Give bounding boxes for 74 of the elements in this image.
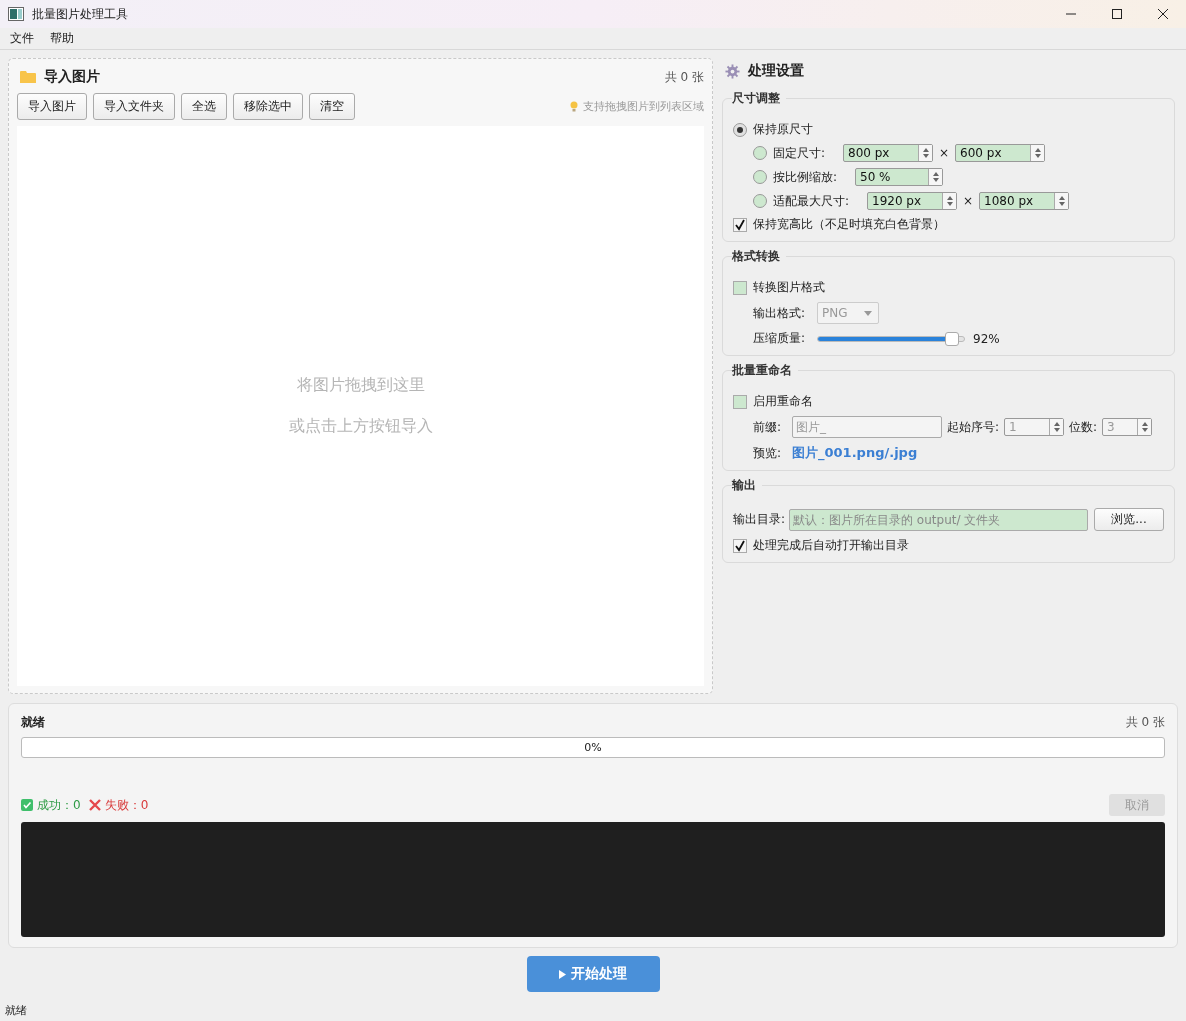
check-icon (21, 799, 33, 811)
progress-percent: 0% (584, 741, 602, 754)
filename-preview: 图片_001.png/.jpg (792, 444, 918, 462)
field-label: 输出目录: (733, 511, 786, 528)
window-title: 批量图片处理工具 (32, 5, 129, 23)
radio-button[interactable] (753, 146, 767, 160)
group-title: 批量重命名 (732, 362, 793, 379)
lightbulb-icon (570, 101, 578, 112)
radio-label: 按比例缩放: (773, 168, 839, 186)
drag-hint: 支持拖拽图片到列表区域 (583, 99, 704, 114)
toolbar-button[interactable]: 全选 (181, 93, 227, 120)
failure-count: 失败：0 (104, 796, 149, 814)
checkbox-label: 保持宽高比（不足时填充白色背景） (753, 216, 945, 233)
spin-box[interactable]: 800 px (843, 144, 933, 162)
toolbar-button[interactable]: 导入文件夹 (93, 93, 175, 120)
browse-button[interactable]: 浏览... (1094, 508, 1164, 531)
spin-arrows-icon[interactable] (1057, 195, 1066, 207)
status-text: 就绪 (5, 1004, 27, 1017)
maximize-icon (1112, 9, 1122, 19)
caret-icon (864, 310, 872, 316)
radio-button[interactable] (733, 122, 747, 137)
toolbar-button[interactable]: 移除选中 (233, 93, 303, 120)
field-label: 前缀: (753, 418, 783, 436)
field-label: 压缩质量: (753, 330, 807, 347)
checkbox[interactable] (733, 217, 747, 232)
checkbox[interactable] (733, 394, 747, 409)
success-count: 成功：0 (37, 796, 81, 814)
spin-arrows-icon[interactable] (1033, 147, 1042, 159)
checkbox[interactable] (733, 280, 747, 295)
spin-arrows-icon[interactable] (921, 147, 930, 159)
field-label: 预览: (753, 444, 783, 462)
image-count: 共 0 张 (664, 68, 704, 86)
folder-icon (20, 70, 36, 84)
radio-label: 固定尺寸: (773, 144, 827, 162)
panel-title: 导入图片 (44, 68, 100, 86)
settings-title: 处理设置 (748, 62, 804, 80)
spin-box[interactable]: 1920 px (867, 192, 957, 210)
group-title: 输出 (732, 477, 757, 494)
spin-arrows-icon[interactable] (945, 195, 954, 207)
cross-icon (88, 799, 101, 811)
spin-box[interactable]: 1080 px (979, 192, 1070, 210)
toolbar-button[interactable]: 导入图片 (17, 93, 87, 120)
radio-label: 保持原尺寸 (753, 121, 813, 138)
play-icon (559, 969, 566, 979)
field-label: 输出格式: (753, 304, 807, 322)
field-label: 位数: (1069, 418, 1098, 436)
checkbox-label: 转换图片格式 (753, 279, 825, 296)
times-sign: × (963, 194, 974, 208)
spin-box[interactable]: 600 px (955, 144, 1046, 162)
quality-value: 92% (973, 331, 1000, 346)
output-dir-field[interactable]: 默认：图片所在目录的 output/ 文件夹 (789, 508, 1088, 531)
toolbar-button[interactable]: 清空 (309, 93, 355, 120)
spin-box[interactable]: 50 % (855, 168, 943, 186)
group-title: 格式转换 (732, 248, 781, 265)
menu-item[interactable]: 帮助 (44, 30, 80, 47)
drop-hint: 将图片拖拽到这里 (296, 375, 425, 396)
gear-icon (725, 63, 740, 79)
drop-hint: 或点击上方按钮导入 (288, 416, 433, 437)
slider-thumb[interactable] (945, 331, 960, 346)
progress-status: 就绪 (21, 714, 45, 731)
spin-arrows-icon[interactable] (931, 171, 940, 183)
app-icon (8, 7, 24, 21)
radio-button[interactable] (753, 194, 767, 208)
close-icon (1158, 9, 1168, 19)
checkbox[interactable] (733, 538, 747, 553)
radio-button[interactable] (753, 170, 767, 184)
menu-item[interactable]: 文件 (4, 30, 40, 47)
total-count: 共 0 张 (1125, 714, 1165, 731)
checkbox-label: 启用重命名 (753, 393, 813, 410)
times-sign: × (939, 146, 950, 160)
checkbox-label: 处理完成后自动打开输出目录 (753, 537, 909, 554)
field-label: 起始序号: (947, 418, 1000, 436)
group-title: 尺寸调整 (732, 90, 781, 107)
radio-label: 适配最大尺寸: (773, 192, 851, 210)
